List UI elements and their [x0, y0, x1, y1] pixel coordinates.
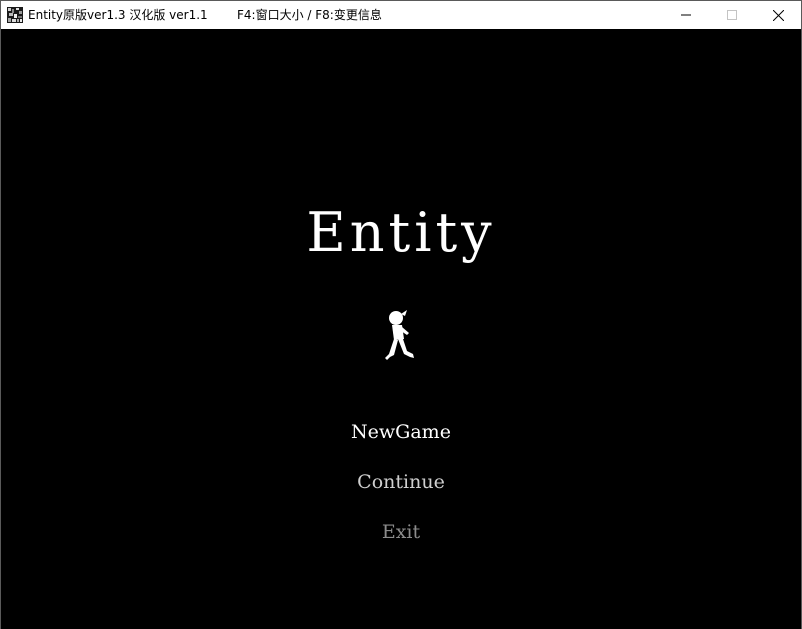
window-title: Entity原版ver1.3 汉化版 ver1.1 — [28, 8, 208, 22]
title-bar[interactable]: Entity原版ver1.3 汉化版 ver1.1 F4:窗口大小 / F8:变… — [1, 1, 801, 29]
minimize-icon — [681, 14, 691, 16]
maximize-icon — [727, 10, 737, 20]
game-window: Entity原版ver1.3 汉化版 ver1.1 F4:窗口大小 / F8:变… — [0, 0, 802, 629]
app-icon — [7, 7, 23, 23]
game-screen[interactable]: Entity NewGame Continue Exit — [1, 29, 801, 629]
menu-item-continue[interactable]: Continue — [301, 465, 501, 499]
game-title: Entity — [306, 201, 496, 264]
window-hint-text: F4:窗口大小 / F8:变更信息 — [237, 8, 382, 22]
minimize-button[interactable] — [663, 1, 709, 29]
menu-item-exit[interactable]: Exit — [301, 515, 501, 549]
close-icon — [772, 9, 784, 21]
close-button[interactable] — [755, 1, 801, 29]
menu-item-newgame[interactable]: NewGame — [301, 415, 501, 449]
running-child-icon — [385, 310, 414, 360]
maximize-button[interactable] — [709, 1, 755, 29]
